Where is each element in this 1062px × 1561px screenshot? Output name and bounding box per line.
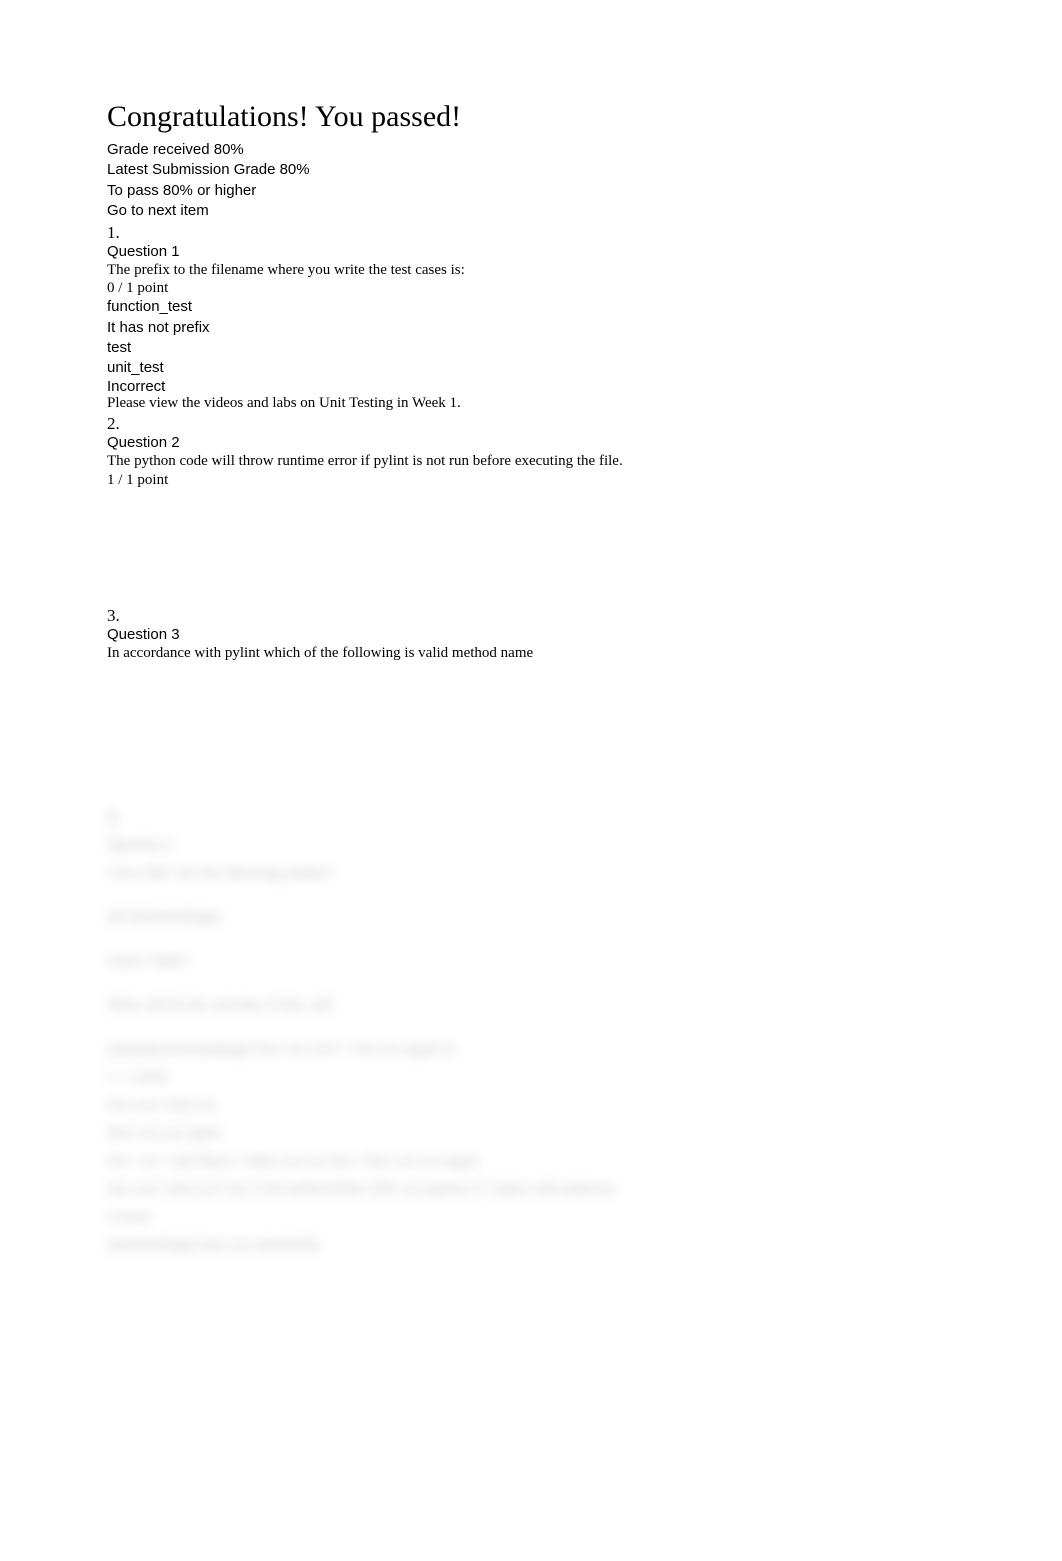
question-text-1: The prefix to the filename where you wri… <box>107 260 955 280</box>
grade-received-label: Grade received <box>107 141 210 158</box>
pass-threshold-value: 80% or higher <box>163 182 256 199</box>
q4-opt-5: See you? said you? See 2150 unified Hell… <box>107 1177 955 1201</box>
question-text-3: In accordance with pylint which of the f… <box>107 643 955 663</box>
latest-submission-value: 80% <box>280 161 310 178</box>
question-label-4: Question 4 <box>107 833 955 857</box>
q4-opt-2: See you? And you <box>107 1093 955 1117</box>
q4-feedback-label: Correct <box>107 1205 955 1229</box>
question-number-1: 1. <box>107 223 955 243</box>
q1-option-1[interactable]: function_test <box>107 297 955 317</box>
question-number-4: 4. <box>107 805 120 827</box>
pass-threshold-label: To pass <box>107 182 159 199</box>
q1-feedback-text: Please view the videos and labs on Unit … <box>107 395 955 412</box>
q4-opt-1: 1 / 1 point <box>107 1065 955 1089</box>
question-points-2: 1 / 1 point <box>107 472 955 489</box>
q4-line-5: print(obj.doSomething("How are you?","Se… <box>107 1037 955 1061</box>
blurred-content: 4. Question 4 Class ABC has the followin… <box>107 803 955 1257</box>
question-label-3: Question 3 <box>107 626 955 643</box>
page-title: Congratulations! You passed! <box>107 100 955 134</box>
q4-line-1: Class ABC has the following method <box>107 861 955 885</box>
q4-opt-4: See / An / said Marie / Hello you see th… <box>107 1149 955 1173</box>
q1-option-3[interactable]: test <box>107 338 955 358</box>
q1-feedback-label: Incorrect <box>107 378 955 395</box>
q4-opt-3: How are you again <box>107 1121 955 1145</box>
question-points-1: 0 / 1 point <box>107 280 955 297</box>
latest-submission: Latest Submission Grade 80% <box>107 160 955 180</box>
question-label-2: Question 2 <box>107 434 955 451</box>
q4-line-2: def doSomething(): <box>107 905 955 929</box>
grade-received: Grade received 80% <box>107 140 955 160</box>
q1-option-4[interactable]: unit_test <box>107 358 955 378</box>
question-number-3: 3. <box>107 606 955 626</box>
grade-received-value: 80% <box>214 141 244 158</box>
question-label-1: Question 1 <box>107 243 955 260</box>
pass-threshold: To pass 80% or higher <box>107 181 955 201</box>
q4-feedback-text: doSomething() may not remarkable <box>107 1233 955 1257</box>
latest-submission-label: Latest Submission Grade <box>107 161 275 178</box>
question-number-2: 2. <box>107 414 955 434</box>
question-text-2: The python code will throw runtime error… <box>107 451 955 471</box>
q4-line-4: What will be the outcome of this call? <box>107 993 955 1017</box>
q4-line-3: return "Hello" <box>107 949 955 973</box>
next-item-link[interactable]: Go to next item <box>107 201 955 221</box>
q1-option-2[interactable]: It has not prefix <box>107 318 955 338</box>
